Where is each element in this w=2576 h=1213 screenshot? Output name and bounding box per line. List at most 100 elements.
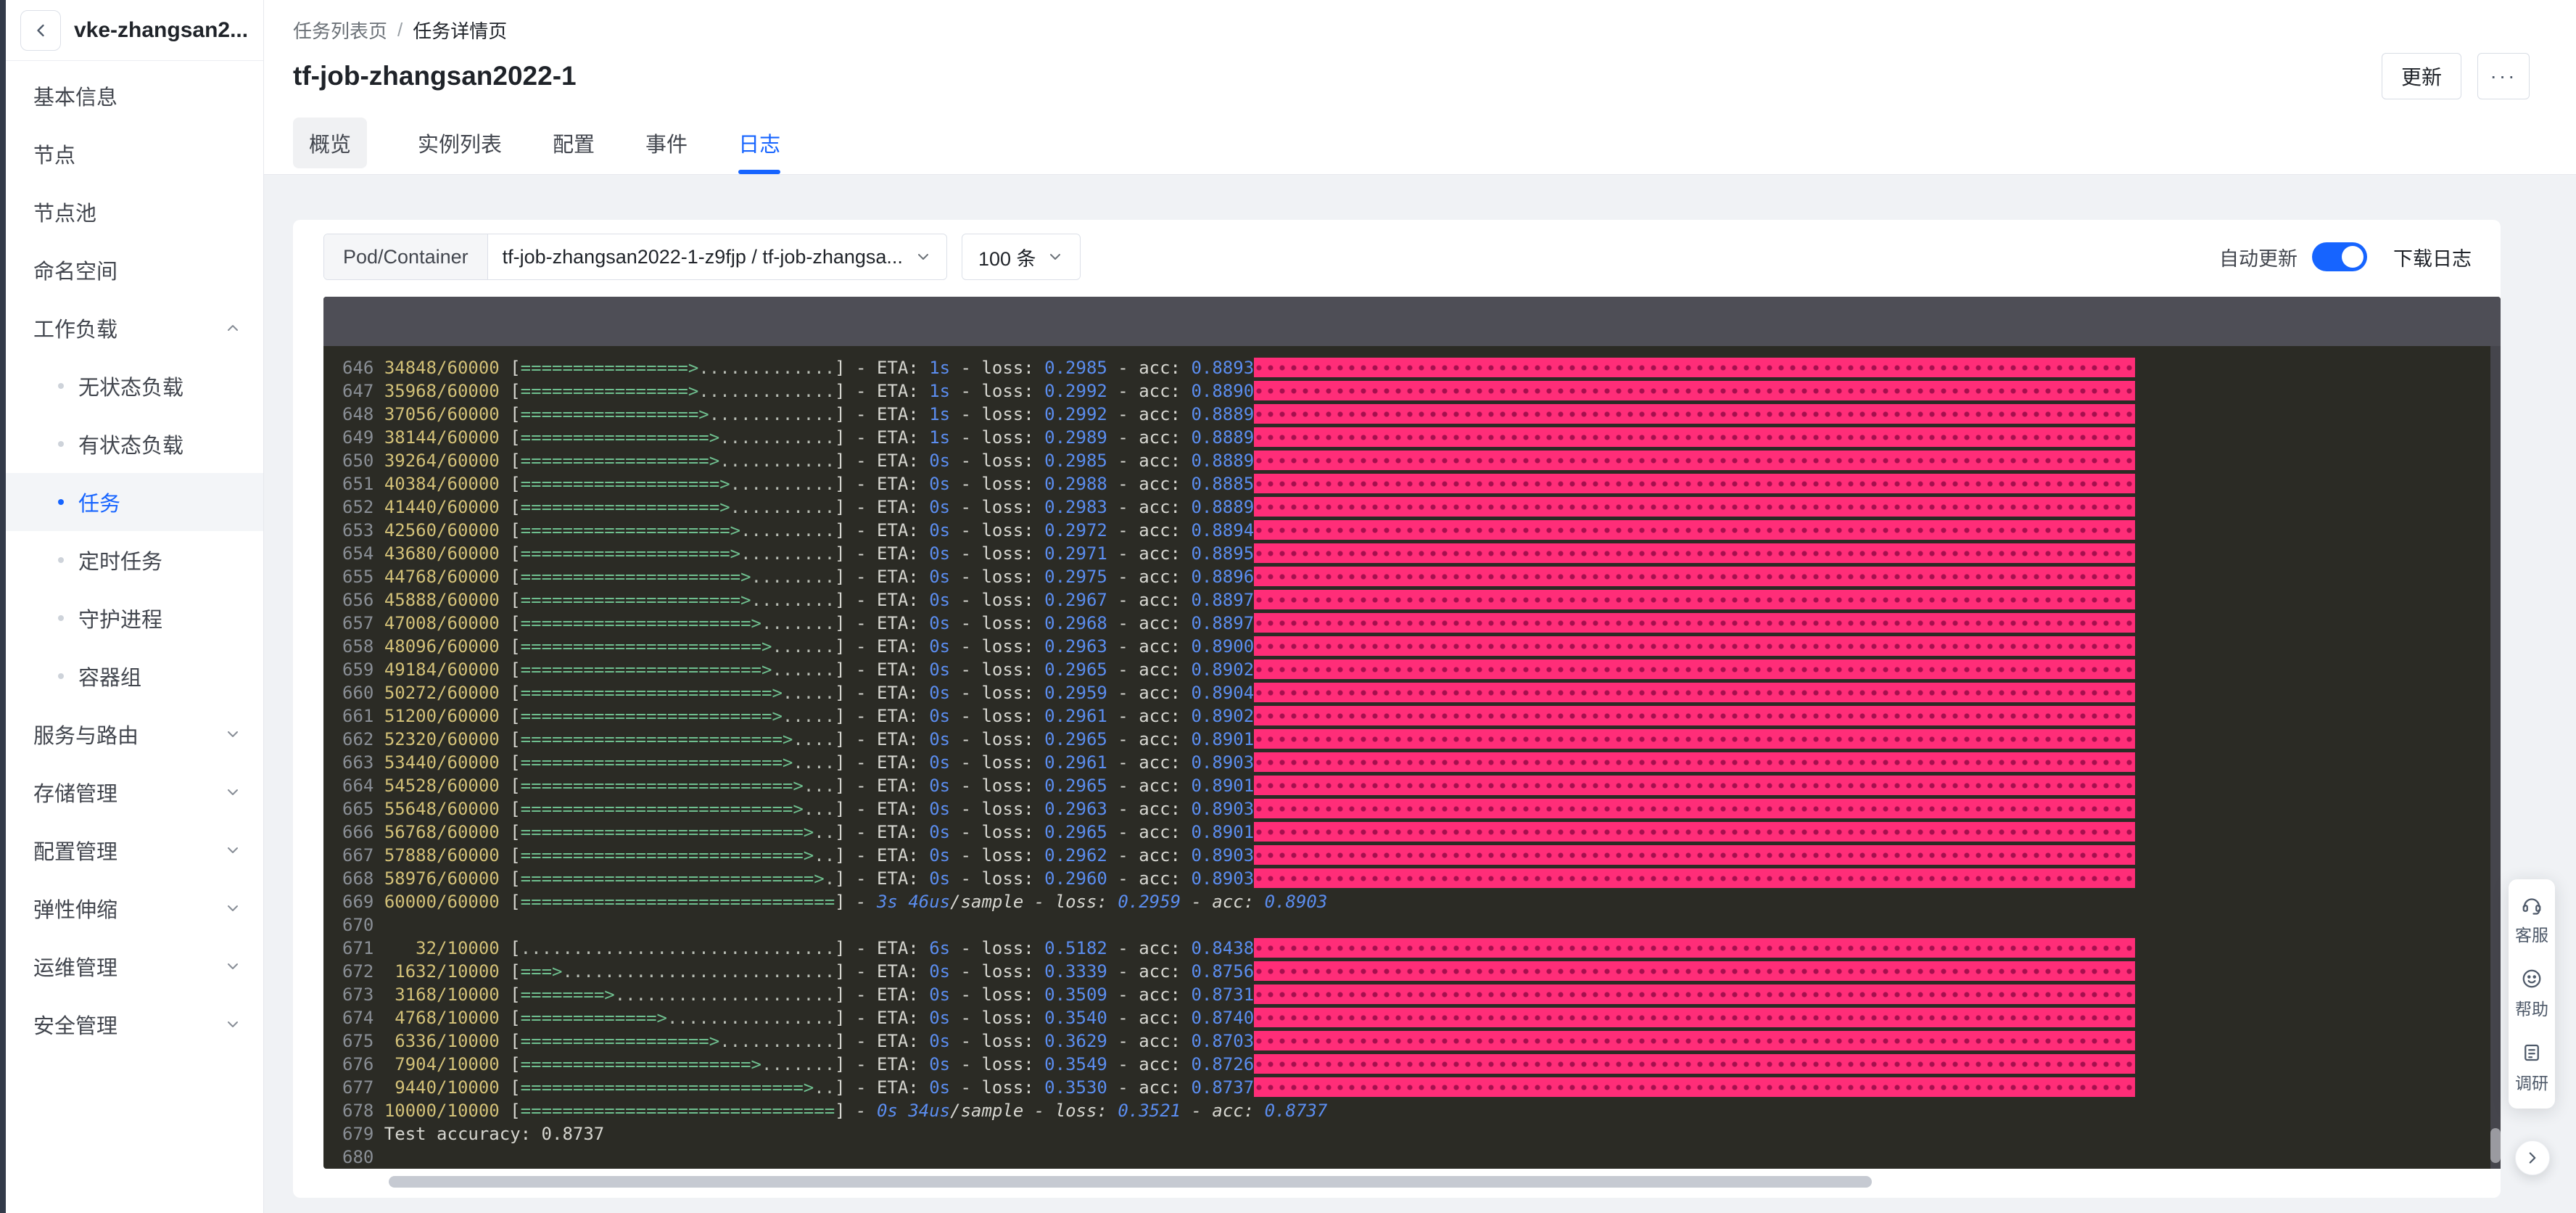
sidebar-item[interactable]: 工作负载 <box>6 299 263 357</box>
pod-container-select[interactable]: tf-job-zhangsan2022-1-z9fjp / tf-job-zha… <box>488 234 946 279</box>
sidebar-item[interactable]: 服务与路由 <box>6 705 263 763</box>
log-line: 667 57888/60000 [=======================… <box>342 844 2501 867</box>
ansi-highlight-block <box>1254 1053 2136 1074</box>
sidebar-item[interactable]: 有状态负载 <box>6 415 263 473</box>
ansi-highlight-block <box>1254 984 2136 1004</box>
chevron-down-icon <box>1046 248 1064 266</box>
sidebar-item[interactable]: 安全管理 <box>6 995 263 1053</box>
ansi-highlight-block <box>1254 868 2136 888</box>
ansi-highlight-block <box>1254 1077 2136 1097</box>
sidebar-item-label: 定时任务 <box>78 551 163 574</box>
tab-概览[interactable]: 概览 <box>293 112 368 174</box>
sidebar-header: vke-zhangsan2... <box>6 0 263 61</box>
chevron-down-icon <box>915 248 932 266</box>
sidebar-item[interactable]: 配置管理 <box>6 821 263 879</box>
log-line: 670 <box>342 915 374 935</box>
log-output[interactable]: 646 34848/60000 [================>......… <box>323 346 2501 1169</box>
sidebar-item-label: 基本信息 <box>33 86 118 110</box>
sidebar-item[interactable]: 节点池 <box>6 183 263 241</box>
breadcrumb-separator: / <box>397 18 403 41</box>
tab-配置[interactable]: 配置 <box>553 112 595 174</box>
log-line: 672 1632/10000 [===>....................… <box>342 960 2501 983</box>
update-button[interactable]: 更新 <box>2381 53 2461 99</box>
chevron-right-icon <box>2523 1148 2542 1167</box>
tab-日志[interactable]: 日志 <box>738 112 781 174</box>
sidebar-item[interactable]: 任务 <box>6 473 263 531</box>
log-line: 661 51200/60000 [=======================… <box>342 704 2501 728</box>
tab-实例列表[interactable]: 实例列表 <box>418 112 502 174</box>
log-line: 649 38144/60000 [==================>....… <box>342 426 2501 449</box>
ansi-highlight-block <box>1254 961 2136 981</box>
float-item-调研[interactable]: 调研 <box>2515 1042 2548 1094</box>
horizontal-scrollbar-thumb[interactable] <box>389 1176 1872 1188</box>
sidebar-item-label: 守护进程 <box>78 609 163 632</box>
pod-container-select-group: Pod/Container tf-job-zhangsan2022-1-z9fj… <box>323 234 947 280</box>
tab-label: 事件 <box>645 133 688 157</box>
log-line: 648 37056/60000 [=================>.....… <box>342 403 2501 426</box>
chevron-down-icon <box>224 1016 242 1033</box>
breadcrumb-parent[interactable]: 任务列表页 <box>293 17 387 44</box>
log-line: 653 42560/60000 [====================>..… <box>342 519 2501 542</box>
ansi-highlight-block <box>1254 682 2136 702</box>
sidebar-item-label: 有状态负载 <box>78 435 184 458</box>
sidebar-item-label: 存储管理 <box>33 783 118 806</box>
log-line: 660 50272/60000 [=======================… <box>342 681 2501 704</box>
ansi-highlight-block <box>1254 519 2136 540</box>
collapse-button[interactable] <box>2515 1140 2550 1175</box>
ansi-highlight-block <box>1254 937 2136 958</box>
sidebar-item[interactable]: 无状态负载 <box>6 357 263 415</box>
line-count-value: 100 条 <box>978 247 1036 270</box>
download-logs-link[interactable]: 下载日志 <box>2393 243 2472 271</box>
float-item-帮助[interactable]: 帮助 <box>2515 968 2548 1020</box>
sidebar-item[interactable]: 定时任务 <box>6 531 263 589</box>
log-line: 657 47008/60000 [======================>… <box>342 612 2501 635</box>
log-line: 676 7904/10000 [======================>.… <box>342 1053 2501 1076</box>
ansi-highlight-block <box>1254 1030 2136 1050</box>
ansi-highlight-block <box>1254 636 2136 656</box>
ansi-highlight-block <box>1254 380 2136 400</box>
sidebar-item-label: 节点池 <box>33 202 97 226</box>
line-count-select[interactable]: 100 条 <box>961 234 1081 280</box>
chevron-down-icon <box>224 900 242 917</box>
auto-refresh-toggle[interactable] <box>2312 242 2367 271</box>
tab-label: 概览 <box>293 118 368 168</box>
float-item-客服[interactable]: 客服 <box>2515 894 2548 946</box>
sidebar-item[interactable]: 存储管理 <box>6 763 263 821</box>
log-line: 677 9440/10000 [========================… <box>342 1076 2501 1099</box>
pod-container-label: Pod/Container <box>324 234 488 279</box>
sidebar-item-label: 配置管理 <box>33 841 118 864</box>
sidebar-item-label: 工作负载 <box>33 318 118 342</box>
sidebar-item[interactable]: 容器组 <box>6 647 263 705</box>
headset-icon <box>2521 894 2543 916</box>
vertical-scrollbar-thumb[interactable] <box>2490 1128 2501 1163</box>
tab-label: 配置 <box>553 133 595 157</box>
sidebar-item[interactable]: 运维管理 <box>6 937 263 995</box>
sidebar-item[interactable]: 节点 <box>6 125 263 183</box>
sidebar-item-label: 命名空间 <box>33 260 118 284</box>
float-item-label: 客服 <box>2515 926 2548 945</box>
log-line: 652 41440/60000 [===================>...… <box>342 496 2501 519</box>
float-item-label: 帮助 <box>2515 1000 2548 1019</box>
more-button[interactable]: ··· <box>2477 53 2530 99</box>
title-row: tf-job-zhangsan2022-1 更新 ··· <box>293 52 2530 100</box>
cluster-title: vke-zhangsan2... <box>74 17 249 42</box>
bullet-dot-icon <box>58 673 64 679</box>
log-lines: 646 34848/60000 [================>......… <box>342 356 2501 1169</box>
back-button[interactable] <box>20 9 61 51</box>
auto-refresh-label: 自动更新 <box>2219 247 2298 270</box>
sidebar-item[interactable]: 命名空间 <box>6 241 263 299</box>
tab-label: 日志 <box>738 133 781 157</box>
log-line: 651 40384/60000 [===================>...… <box>342 472 2501 496</box>
ansi-highlight-block <box>1254 844 2136 865</box>
bullet-dot-icon <box>58 383 64 389</box>
log-line: 647 35968/60000 [================>......… <box>342 379 2501 403</box>
sidebar-item[interactable]: 弹性伸缩 <box>6 879 263 937</box>
sidebar-item[interactable]: 基本信息 <box>6 67 263 125</box>
log-line: 650 39264/60000 [==================>....… <box>342 449 2501 472</box>
sidebar-nav: 基本信息节点节点池命名空间工作负载无状态负载有状态负载任务定时任务守护进程容器组… <box>6 61 263 1053</box>
ansi-highlight-block <box>1254 705 2136 725</box>
bullet-dot-icon <box>58 499 64 505</box>
sidebar-item[interactable]: 守护进程 <box>6 589 263 647</box>
ansi-highlight-block <box>1254 403 2136 424</box>
tab-事件[interactable]: 事件 <box>645 112 688 174</box>
